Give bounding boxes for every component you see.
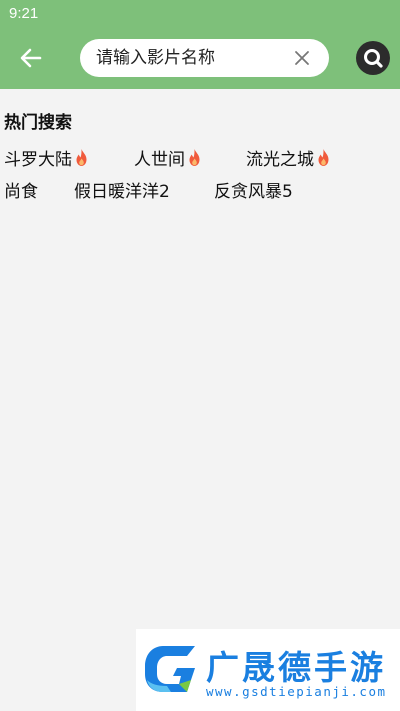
back-button[interactable] bbox=[18, 45, 44, 71]
arrow-left-icon bbox=[20, 48, 42, 68]
hot-item-label: 假日暖洋洋2 bbox=[74, 182, 170, 202]
watermark-name: 广晟德手游 bbox=[206, 648, 386, 687]
watermark: 广晟德手游 www.gsdtiepianji.com bbox=[136, 629, 400, 711]
top-bar: 9:21 bbox=[0, 0, 400, 89]
hot-item-label: 斗罗大陆 bbox=[4, 150, 72, 170]
hot-item-label: 流光之城 bbox=[246, 150, 314, 170]
fire-icon bbox=[186, 148, 203, 167]
watermark-url: www.gsdtiepianji.com bbox=[206, 684, 387, 699]
hot-item[interactable]: 人世间 bbox=[134, 145, 203, 170]
search-icon bbox=[364, 49, 383, 68]
clear-button[interactable] bbox=[292, 48, 312, 68]
watermark-logo-icon bbox=[145, 646, 195, 692]
hot-item[interactable]: 假日暖洋洋2 bbox=[74, 177, 170, 202]
fire-icon bbox=[73, 148, 90, 167]
hot-search-title: 热门搜索 bbox=[4, 113, 72, 133]
search-box bbox=[80, 39, 329, 77]
hot-item-label: 人世间 bbox=[134, 150, 185, 170]
close-icon bbox=[295, 51, 309, 65]
hot-item[interactable]: 斗罗大陆 bbox=[4, 145, 90, 170]
hot-item[interactable]: 流光之城 bbox=[246, 145, 332, 170]
search-input[interactable] bbox=[96, 39, 286, 77]
hot-item-label: 反贪风暴5 bbox=[214, 182, 293, 202]
hot-item[interactable]: 反贪风暴5 bbox=[214, 177, 293, 202]
fire-icon bbox=[315, 148, 332, 167]
hot-item-label: 尚食 bbox=[4, 182, 38, 202]
status-time: 9:21 bbox=[9, 5, 39, 22]
hot-item[interactable]: 尚食 bbox=[4, 177, 38, 202]
search-button[interactable] bbox=[356, 41, 390, 75]
